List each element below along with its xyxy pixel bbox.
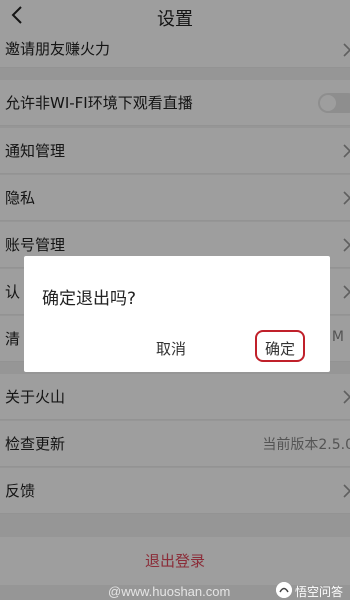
badge-label: 悟空问答 — [295, 585, 344, 599]
wukong-logo-icon — [276, 582, 292, 598]
confirm-button[interactable]: 确定 — [265, 338, 295, 359]
watermark: @www.huoshan.com — [108, 584, 231, 599]
logout-confirm-dialog: 确定退出吗? 取消 确定 — [24, 256, 330, 372]
cancel-button[interactable]: 取消 — [156, 338, 186, 359]
dialog-message: 确定退出吗? — [42, 289, 137, 309]
